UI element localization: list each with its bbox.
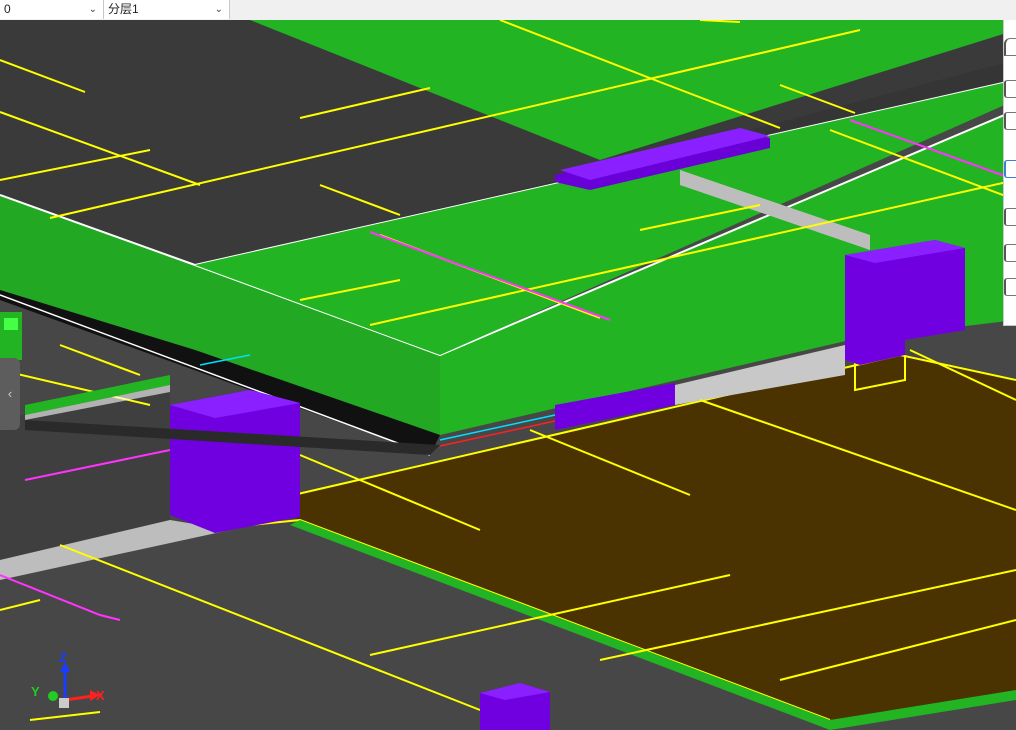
axis-x-label: X [96,688,105,703]
collapse-panel-tab[interactable]: ‹ [0,358,20,430]
axis-gizmo: Z Y X [28,648,118,718]
view-side-toolbar [1003,20,1016,326]
floor-combo[interactable]: 分层1 ⌄ [104,0,230,19]
view-combo-value: 0 [4,2,11,16]
axis-y-label: Y [31,684,40,699]
axis-z-label: Z [59,650,67,665]
copy-icon[interactable] [1004,112,1016,130]
axis-arrows-icon [48,662,100,708]
chevron-down-icon: ⌄ [88,4,97,15]
layer-icon[interactable] [1004,278,1016,296]
chevron-down-icon: ⌄ [214,4,223,15]
view-combo[interactable]: 0 ⌄ [0,0,104,19]
floor-combo-value: 分层1 [108,2,139,16]
section-icon[interactable] [1004,160,1016,178]
measure-icon[interactable] [1004,208,1016,226]
3d-viewport[interactable] [0,20,1016,730]
top-toolbar: 0 ⌄ 分层1 ⌄ [0,0,1016,21]
filter-icon[interactable] [1004,244,1016,262]
select-icon[interactable] [1004,80,1016,98]
view-icon[interactable] [1004,38,1016,56]
chevron-left-icon: ‹ [7,386,13,401]
green-marker [4,318,18,330]
column-left [170,390,300,533]
